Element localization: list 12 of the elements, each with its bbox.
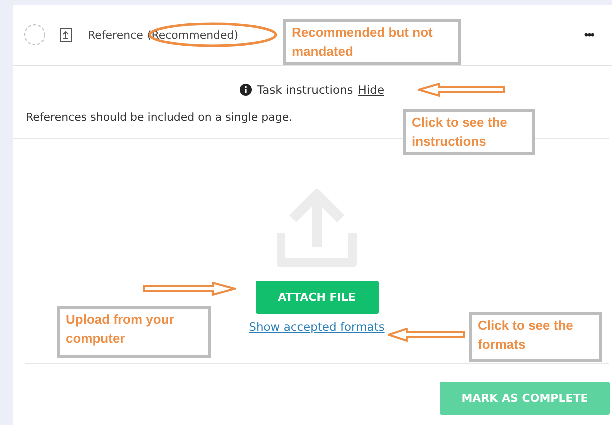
callout-box: Click to see the formats xyxy=(469,312,602,362)
upload-file-icon xyxy=(60,28,72,42)
callout-box: Click to see the instructions xyxy=(403,109,535,155)
more-menu-button[interactable]: ••• xyxy=(584,28,594,42)
section-title: Reference xyxy=(88,28,144,42)
callout-box: Recommended but not mandated xyxy=(283,19,461,65)
instructions-label: Task instructions xyxy=(257,83,354,97)
info-icon xyxy=(240,84,252,96)
attach-file-button[interactable]: ATTACH FILE xyxy=(256,281,378,314)
hide-link[interactable]: Hide xyxy=(358,83,385,97)
callout-box: Upload from your computer xyxy=(57,306,211,358)
accepted-formats-link[interactable]: Show accepted formats xyxy=(249,320,385,334)
